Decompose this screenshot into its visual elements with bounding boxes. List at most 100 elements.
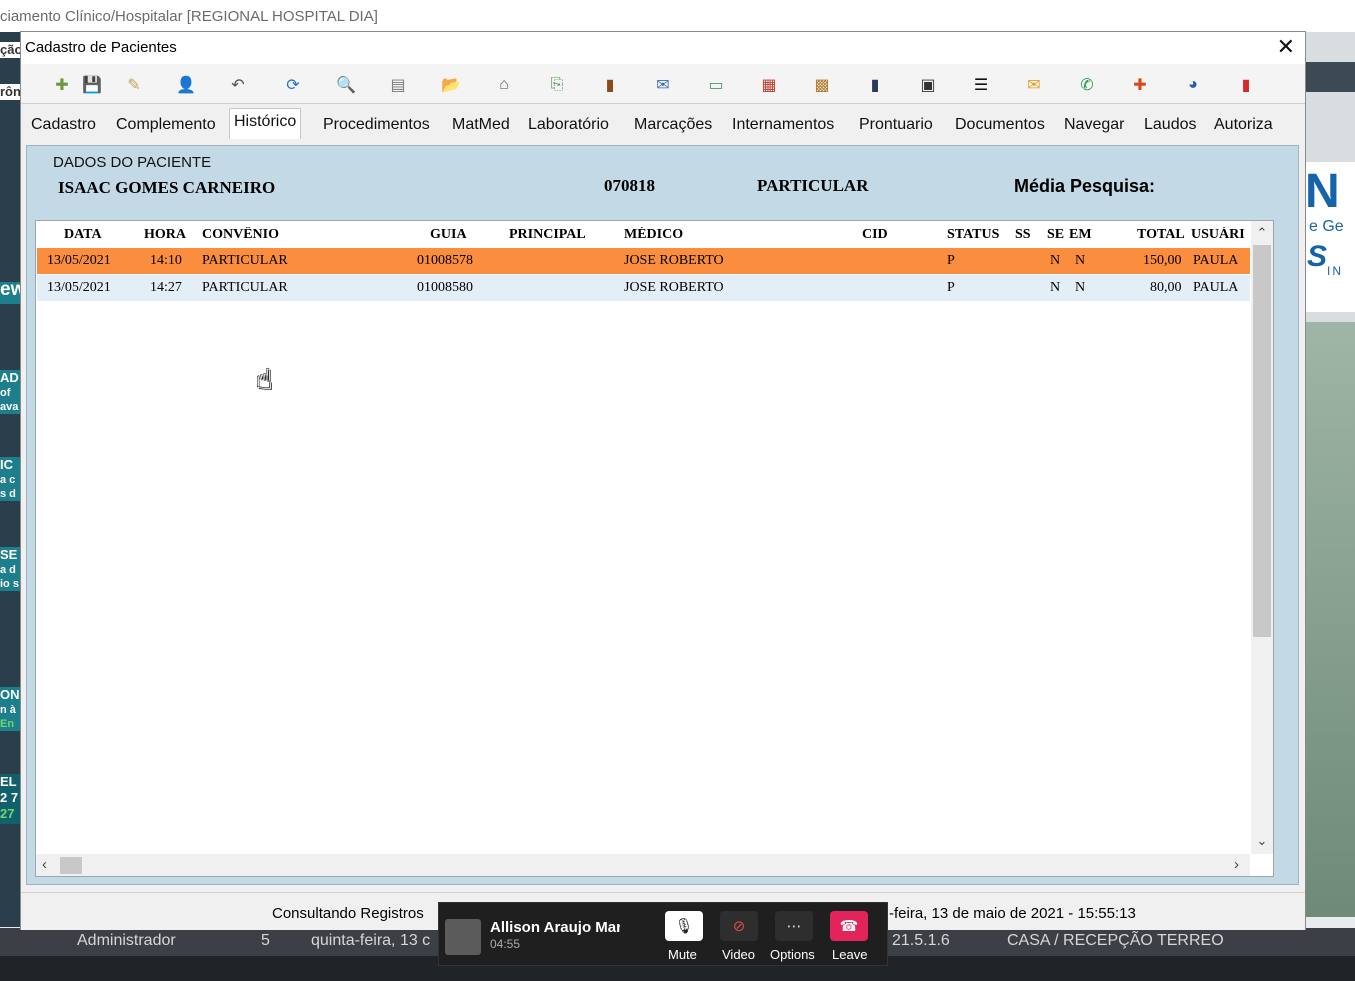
status-message: Consultando Registros xyxy=(272,905,424,922)
tab-cadastro[interactable]: Cadastro xyxy=(27,114,100,138)
scroll-up-icon[interactable]: ⌃ xyxy=(1251,225,1273,241)
history-grid[interactable]: DATA HORA CONVÊNIO GUIA PRINCIPAL MÉDICO… xyxy=(35,220,1274,877)
whatsapp-icon[interactable]: ✆ xyxy=(1075,73,1099,97)
header-data[interactable]: DATA xyxy=(64,227,102,243)
media-pesquisa-label: Média Pesquisa: xyxy=(1014,176,1156,196)
bg-fragment: ew xyxy=(0,282,20,304)
bg-right-letter: N xyxy=(1305,165,1340,218)
header-convenio[interactable]: CONVÊNIO xyxy=(202,227,279,243)
bg-fragment: IC xyxy=(0,457,20,473)
refresh-icon[interactable]: ⟳ xyxy=(281,73,305,97)
bg-fragment: 27 xyxy=(0,806,20,824)
leave-button[interactable]: ☎ xyxy=(830,911,868,941)
tab-documentos[interactable]: Documentos xyxy=(951,114,1049,138)
cell-medico: JOSE ROBERTO xyxy=(624,253,724,268)
cell-se: N xyxy=(1050,280,1061,295)
bg-fragment: ava xyxy=(0,400,20,414)
history-panel: DADOS DO PACIENTE ISAAC GOMES CARNEIRO 0… xyxy=(26,145,1299,885)
medical-cross-icon[interactable]: ✚ xyxy=(1128,73,1152,97)
options-button[interactable]: ⋯ xyxy=(775,911,813,941)
bg-fragment: rôn xyxy=(0,84,20,100)
scroll-right-icon[interactable]: › xyxy=(1234,856,1239,873)
folder-icon[interactable]: 📂 xyxy=(439,73,463,97)
bg-right-text: e Ge xyxy=(1309,218,1344,235)
document-icon[interactable]: ▤ xyxy=(386,73,410,97)
home-icon[interactable]: ⌂ xyxy=(492,73,516,97)
tab-marcacoes[interactable]: Marcações xyxy=(630,114,716,138)
table-row[interactable]: 13/05/2021 14:27 PARTICULAR 01008580 JOS… xyxy=(37,275,1250,301)
bg-fragment: a c xyxy=(0,473,20,487)
user-icon[interactable]: 👤 xyxy=(174,73,198,97)
call-duration: 04:55 xyxy=(490,937,521,951)
status-datetime: -feira, 13 de maio de 2021 - 15:55:13 xyxy=(889,905,1136,922)
pie-chart-icon[interactable]: ◕ xyxy=(1181,73,1205,97)
edit-icon[interactable]: ✎ xyxy=(122,73,146,97)
bg-right-text-in: IN xyxy=(1327,264,1343,278)
search-icon[interactable]: 🔍 xyxy=(334,73,358,97)
tab-laboratorio[interactable]: Laboratório xyxy=(524,114,613,138)
scroll-down-icon[interactable]: ⌄ xyxy=(1251,833,1273,849)
horizontal-scroll-thumb[interactable] xyxy=(60,857,82,874)
scroll-left-icon[interactable]: ‹ xyxy=(42,856,47,873)
video-button[interactable]: ⊘ xyxy=(720,911,758,941)
tab-complemento[interactable]: Complemento xyxy=(112,114,220,138)
tab-historico[interactable]: Histórico xyxy=(229,108,302,139)
save-icon[interactable]: 💾 xyxy=(80,73,104,97)
new-record-icon[interactable]: ✚ xyxy=(50,73,74,97)
bg-fragment: SE xyxy=(0,547,20,563)
tab-laudos[interactable]: Laudos xyxy=(1140,114,1201,138)
header-ss[interactable]: SS xyxy=(1015,227,1031,243)
patient-insurance: PARTICULAR xyxy=(757,176,869,195)
header-guia[interactable]: GUIA xyxy=(430,227,467,243)
vertical-scrollbar[interactable]: ⌃ ⌄ xyxy=(1251,221,1273,854)
list-icon[interactable]: ☰ xyxy=(969,73,993,97)
tab-internamentos[interactable]: Internamentos xyxy=(728,114,838,138)
attach-icon[interactable]: ⎘ xyxy=(545,73,569,97)
colors-icon[interactable]: ▩ xyxy=(810,73,834,97)
video-label: Video xyxy=(722,947,756,962)
header-usuario[interactable]: USUÁRI xyxy=(1191,227,1250,243)
undo-icon[interactable]: ↶ xyxy=(226,73,250,97)
cell-em: N xyxy=(1075,280,1086,295)
tab-matmed[interactable]: MatMed xyxy=(448,114,514,138)
header-status[interactable]: STATUS xyxy=(947,227,999,243)
background-app-title: ciamento Clínico/Hospitalar [REGIONAL HO… xyxy=(0,0,1355,32)
bg-fragment: of xyxy=(0,386,20,400)
header-hora[interactable]: HORA xyxy=(144,227,186,243)
exit-door-icon[interactable]: ▮ xyxy=(1234,73,1258,97)
report-icon[interactable]: ▦ xyxy=(757,73,781,97)
card-icon[interactable]: ▭ xyxy=(704,73,728,97)
close-icon[interactable]: ✕ xyxy=(1277,36,1295,58)
tab-prontuario[interactable]: Prontuario xyxy=(855,114,937,138)
header-medico[interactable]: MÉDICO xyxy=(624,227,683,243)
bg-fragment: ção xyxy=(0,42,20,58)
horizontal-scrollbar[interactable]: ‹ › xyxy=(36,854,1250,876)
header-cid[interactable]: CID xyxy=(862,227,888,243)
tab-navegar[interactable]: Navegar xyxy=(1060,114,1128,138)
bg-fragment: ON xyxy=(0,687,20,703)
mute-button[interactable]: 🎙 xyxy=(665,911,703,941)
header-principal[interactable]: PRINCIPAL xyxy=(509,227,586,243)
cell-guia: 01008580 xyxy=(417,280,473,295)
tab-bar: Cadastro Complemento Histórico Procedimento… xyxy=(21,104,1305,139)
header-se[interactable]: SE xyxy=(1047,227,1064,243)
bottombar-date: quinta-feira, 13 c xyxy=(311,932,431,949)
vertical-scroll-thumb[interactable] xyxy=(1253,245,1271,637)
table-row[interactable]: 13/05/2021 14:10 PARTICULAR 01008578 JOS… xyxy=(37,248,1250,274)
film-icon[interactable]: ▣ xyxy=(916,73,940,97)
grid-header: DATA HORA CONVÊNIO GUIA PRINCIPAL MÉDICO… xyxy=(36,221,1250,247)
hang-up-icon: ☎ xyxy=(839,918,859,935)
bg-right-letter-s: S xyxy=(1307,240,1328,273)
header-em[interactable]: EM xyxy=(1069,227,1092,243)
book-icon[interactable]: ▮ xyxy=(598,73,622,97)
envelope-icon[interactable]: ✉ xyxy=(1022,73,1046,97)
header-total[interactable]: TOTAL xyxy=(1137,227,1185,243)
toolbar: ✚ 💾 ✎ 👤 ↶ ⟳ 🔍 ▤ 📂 ⌂ ⎘ ▮ ✉ ▭ ▦ ▩ ▮ ▣ ☰ ✉ ✆ ✚ ◕ ▮ xyxy=(21,64,1305,104)
mail-send-icon[interactable]: ✉ xyxy=(651,73,675,97)
options-label: Options xyxy=(770,947,815,962)
cell-usuario: PAULA xyxy=(1193,280,1239,295)
tab-procedimentos[interactable]: Procedimentos xyxy=(319,114,434,138)
tab-autoriza[interactable]: Autoriza xyxy=(1210,114,1277,138)
hand-cursor-icon: ☝ xyxy=(256,364,274,395)
notebook-icon[interactable]: ▮ xyxy=(863,73,887,97)
